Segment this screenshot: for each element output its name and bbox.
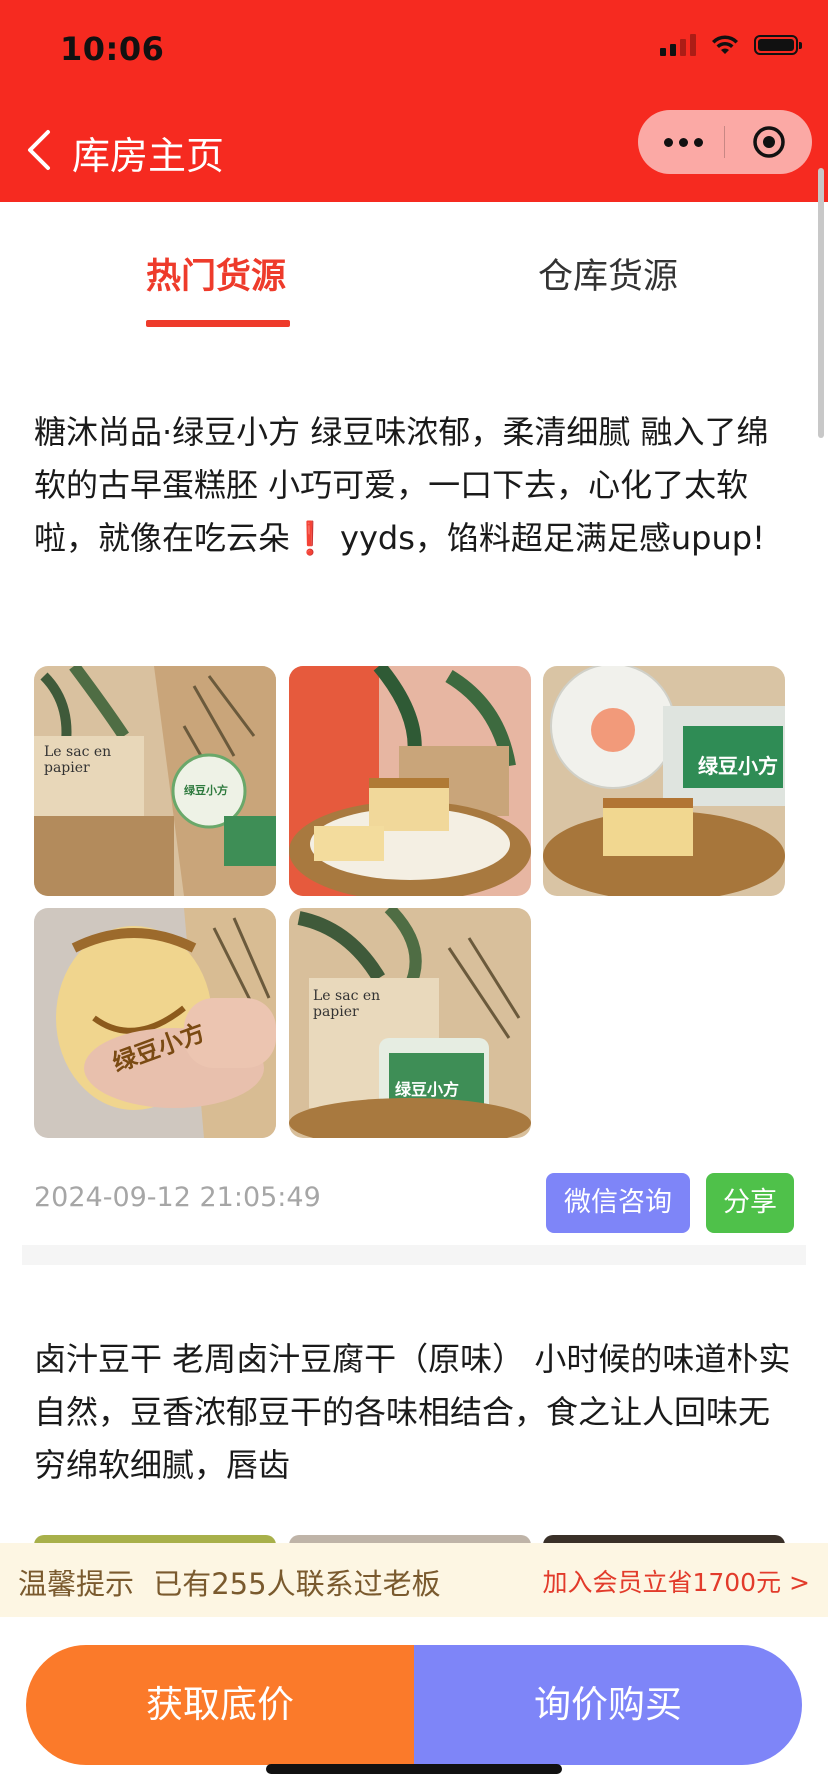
- share-button[interactable]: 分享: [706, 1173, 794, 1233]
- bag-print-text: Le sac en papier: [44, 744, 112, 776]
- post-divider: [22, 1245, 806, 1265]
- post-timestamp: 2024-09-12 21:05:49: [34, 1182, 321, 1213]
- battery-icon: [754, 35, 802, 55]
- status-bar: 10:06: [0, 0, 828, 100]
- product-label: 绿豆小方: [395, 1080, 460, 1099]
- bag-print-text: Le sac en papier: [313, 988, 381, 1020]
- tab-bar: 热门货源 仓库货源: [0, 202, 828, 332]
- tab-active-indicator: [146, 320, 290, 327]
- back-arrow-icon[interactable]: [22, 126, 62, 174]
- product-label: 绿豆小方: [184, 784, 228, 797]
- post-text: 卤汁豆干 老周卤汁豆腐干（原味） 小时候的味道朴实自然，豆香浓郁豆干的各味相结合…: [34, 1340, 791, 1484]
- miniprogram-capsule: [638, 110, 812, 174]
- get-lowest-price-button[interactable]: 获取底价: [26, 1645, 414, 1765]
- product-label: 绿豆小方: [698, 754, 778, 778]
- post-text: 糖沐尚品·绿豆小方 绿豆味浓郁，柔清细腻 融入了绵软的古早蛋糕胚 小巧可爱，一口…: [34, 413, 769, 557]
- product-image[interactable]: 绿豆小方: [543, 666, 785, 896]
- tip-message: 温馨提示 已有255人联系过老板: [18, 1561, 441, 1603]
- page-title: 库房主页: [72, 134, 225, 178]
- home-indicator: [266, 1764, 562, 1774]
- product-image[interactable]: [289, 666, 531, 896]
- nav-bar: 库房主页: [0, 100, 828, 202]
- wifi-icon: [712, 35, 738, 54]
- close-target-icon[interactable]: [752, 125, 786, 159]
- status-icons: [660, 34, 802, 56]
- post-card: 卤汁豆干 老周卤汁豆腐干（原味） 小时候的味道朴实自然，豆香浓郁豆干的各味相结合…: [34, 1333, 794, 1492]
- tab-warehouse-sources[interactable]: 仓库货源: [538, 248, 678, 299]
- tip-label: 温馨提示: [18, 1567, 135, 1601]
- signal-icon: [660, 34, 696, 56]
- product-image[interactable]: Le sac en papier 绿豆小方: [34, 666, 276, 896]
- status-time: 10:06: [60, 30, 165, 68]
- product-image[interactable]: Le sac en papier 绿豆小方: [289, 908, 531, 1138]
- wechat-consult-button[interactable]: 微信咨询: [546, 1173, 690, 1233]
- bottom-action-bar: 获取底价 询价购买: [26, 1645, 802, 1765]
- product-image[interactable]: 绿豆小方: [34, 908, 276, 1138]
- tip-contacts-text: 已有255人联系过老板: [153, 1567, 441, 1601]
- inquire-buy-button[interactable]: 询价购买: [414, 1645, 802, 1765]
- post-card: 糖沐尚品·绿豆小方 绿豆味浓郁，柔清细腻 融入了绵软的古早蛋糕胚 小巧可爱，一口…: [34, 406, 794, 565]
- membership-promo-link[interactable]: 加入会员立省1700元 >: [542, 1563, 810, 1599]
- capsule-divider: [724, 126, 725, 158]
- tip-bar: 温馨提示 已有255人联系过老板 加入会员立省1700元 >: [0, 1543, 828, 1617]
- tab-hot-sources[interactable]: 热门货源: [146, 248, 286, 299]
- more-icon[interactable]: [664, 138, 703, 147]
